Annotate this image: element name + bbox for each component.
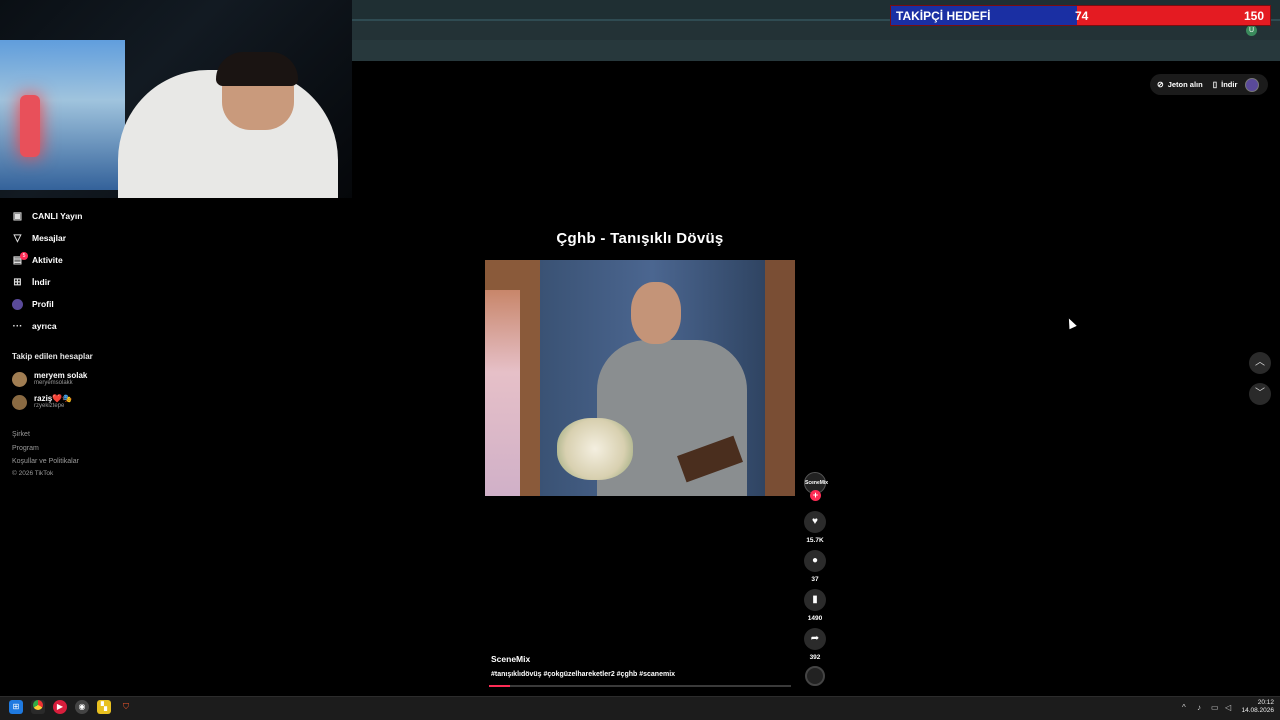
footer-link-company[interactable]: Şirket — [12, 431, 30, 438]
comment-count: 37 — [811, 576, 819, 583]
media-app-icon[interactable]: ▶ — [53, 700, 67, 714]
chevron-down-icon[interactable]: ﹀ — [1249, 383, 1271, 405]
avatar — [12, 371, 27, 387]
woman-figure — [485, 290, 520, 496]
account-handle: meryemsolakk — [34, 380, 73, 386]
sidebar-item-messages[interactable]: ▽ Mesajlar — [12, 230, 66, 246]
goal-current: 74 — [1075, 9, 1089, 23]
network-icon[interactable]: ▭ — [1211, 703, 1219, 712]
following-account[interactable]: meryem solak meryemsolakk — [12, 371, 87, 387]
flower-bouquet — [557, 418, 633, 480]
sidebar-item-profile[interactable]: Profil — [12, 296, 54, 312]
video-player[interactable] — [485, 260, 795, 496]
sidebar-item-more[interactable]: ··· ayrıca — [12, 318, 57, 334]
sidebar-item-label: Profil — [32, 299, 54, 309]
footer-link-terms[interactable]: Koşullar ve Politikalar — [12, 458, 79, 465]
brave-icon[interactable]: ⛉ — [119, 700, 133, 714]
windows-taskbar — [0, 696, 1280, 720]
share-count: 392 — [809, 654, 821, 661]
streamer-hair — [216, 52, 298, 86]
more-icon: ··· — [12, 320, 23, 332]
download-app-button[interactable]: İndir — [1221, 80, 1237, 89]
bookmark-count: 1490 — [807, 615, 823, 622]
video-title: Çghb - Tanışıklı Dövüş — [556, 230, 724, 247]
live-icon: ▣ — [12, 210, 23, 222]
music-disc-icon[interactable] — [805, 666, 825, 686]
following-header: Takip edilen hesaplar — [12, 352, 93, 361]
get-coins-button[interactable]: Jeton alın — [1168, 80, 1203, 89]
footer-link-program[interactable]: Program — [12, 445, 39, 452]
video-progress-fill — [489, 685, 511, 687]
following-account[interactable]: raziş❤️🎭 rzyekiztepe — [12, 394, 72, 410]
volume-icon[interactable]: ◁ — [1225, 703, 1231, 712]
sidebar-item-label: CANLI Yayın — [32, 211, 83, 221]
profile-icon — [12, 298, 23, 310]
chevron-up-tray-icon[interactable]: ^ — [1182, 703, 1186, 712]
follow-button[interactable]: + — [810, 490, 821, 501]
follower-goal-bar: TAKİPÇİ HEDEFİ 74 150 — [890, 5, 1271, 26]
webcam-overlay — [0, 0, 352, 198]
windows-start-icon[interactable]: ⊞ — [9, 700, 23, 714]
microphone-icon[interactable]: ♪ — [1197, 703, 1201, 712]
user-avatar[interactable] — [1245, 78, 1259, 92]
clock-date: 14.08.2026 — [1241, 707, 1274, 714]
mouse-cursor-icon — [1065, 316, 1077, 330]
sidebar-item-label: Aktivite — [32, 255, 63, 265]
goal-title: TAKİPÇİ HEDEFİ — [896, 9, 991, 23]
like-count: 15.7K — [806, 537, 824, 544]
video-progress-bar[interactable] — [489, 685, 791, 687]
app-icon[interactable]: ▚ — [97, 700, 111, 714]
activity-badge: 5 — [20, 252, 28, 260]
man-head — [631, 282, 681, 344]
microphone — [20, 95, 40, 157]
coin-icon: ⊘ — [1157, 80, 1164, 89]
pc-case-lights — [0, 40, 125, 190]
copyright: © 2026 TikTok — [12, 470, 54, 477]
clock-time: 20:12 — [1257, 699, 1274, 706]
account-handle: rzyekiztepe — [34, 403, 65, 409]
sidebar-item-label: ayrıca — [32, 321, 57, 331]
video-caption[interactable]: #tanışıklıdövüş #çokgüzelhareketler2 #çg… — [491, 671, 675, 678]
goal-target: 150 — [1243, 9, 1264, 23]
door-frame-right — [765, 260, 795, 496]
heart-icon[interactable]: ♥ — [804, 511, 826, 533]
account-name: meryem solak — [34, 371, 88, 380]
phone-icon: ▯ — [1212, 80, 1218, 89]
chrome-icon[interactable] — [31, 700, 45, 714]
clock[interactable]: 20:12 14.08.2026 — [1238, 699, 1274, 715]
chevron-up-icon[interactable]: ︿ — [1249, 352, 1271, 374]
sidebar-item-live[interactable]: ▣ CANLI Yayın — [12, 208, 83, 224]
sidebar-item-label: İndir — [32, 277, 51, 287]
avatar — [12, 394, 27, 410]
account-name: raziş❤️🎭 — [34, 394, 73, 403]
bookmark-icon[interactable]: ▮ — [804, 589, 826, 611]
messages-icon: ▽ — [13, 232, 22, 244]
comment-icon[interactable]: ● — [804, 550, 826, 572]
obs-icon[interactable]: ◉ — [75, 700, 89, 714]
video-author[interactable]: SceneMix — [491, 654, 530, 664]
profile-avatar-icon[interactable]: U — [1246, 25, 1257, 36]
sidebar-item-download[interactable]: ⊞ İndir — [12, 274, 50, 290]
bookmarks-bar — [352, 40, 1280, 61]
share-icon[interactable]: ➦ — [804, 628, 826, 650]
sidebar-item-label: Mesajlar — [32, 233, 67, 243]
download-icon: ⊞ — [13, 276, 22, 288]
